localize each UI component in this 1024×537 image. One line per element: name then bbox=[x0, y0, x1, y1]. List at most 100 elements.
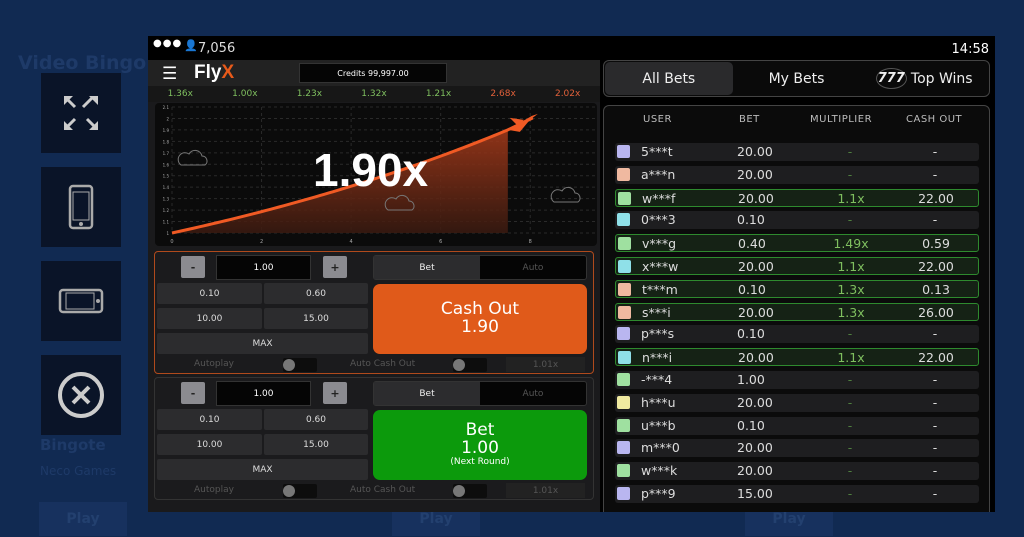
cash-out-value: - bbox=[932, 463, 938, 479]
bet-amount-input[interactable]: 1.00 bbox=[216, 381, 311, 406]
tab-my-bets[interactable]: My Bets bbox=[733, 62, 861, 95]
cash-out-value: 26.00 bbox=[918, 304, 954, 320]
table-row: a***n 20.00 - - bbox=[615, 165, 979, 184]
user-name: w***k bbox=[641, 463, 678, 479]
player-count: 7,056 bbox=[198, 41, 236, 56]
auto-cash-out-toggle[interactable] bbox=[453, 358, 487, 372]
user-name: 5***t bbox=[641, 144, 673, 159]
max-bet-button[interactable]: MAX bbox=[157, 333, 368, 354]
y-tick-label: 2.1 bbox=[163, 105, 170, 110]
clock: 14:58 bbox=[951, 42, 989, 57]
y-tick-label: 1.9 bbox=[163, 128, 170, 133]
bet-value: 20.00 bbox=[737, 440, 773, 456]
increase-bet-button[interactable]: + bbox=[323, 382, 347, 404]
bet-value: 20.00 bbox=[738, 350, 774, 366]
max-bet-button[interactable]: MAX bbox=[157, 459, 368, 480]
multiplier-value: - bbox=[847, 372, 853, 387]
portrait-button[interactable] bbox=[41, 167, 121, 247]
multiplier-value: 1.1x bbox=[837, 259, 865, 274]
cash-out-value: - bbox=[932, 394, 938, 410]
auto-cash-out-toggle[interactable] bbox=[453, 484, 487, 498]
cash-out-value: - bbox=[932, 440, 938, 456]
history-multiplier: 2.02x bbox=[554, 89, 581, 99]
quick-bet-button[interactable]: 0.10 bbox=[157, 283, 262, 304]
action-value: 1.00 bbox=[461, 438, 499, 459]
cash-out-value: - bbox=[932, 212, 938, 228]
multiplier-value: 1.3x bbox=[837, 304, 865, 320]
landscape-button[interactable] bbox=[41, 261, 121, 341]
avatar bbox=[617, 487, 630, 500]
hamburger-menu-icon[interactable]: ☰ bbox=[162, 64, 177, 84]
cash-out-value: 0.59 bbox=[922, 236, 950, 252]
cash-out-button[interactable]: Cash Out 1.90 bbox=[373, 284, 587, 354]
tab-bet[interactable]: Bet bbox=[374, 256, 480, 279]
table-row: s***i 20.00 1.3x 26.00 bbox=[615, 302, 979, 321]
col-cash-out: CASH OUT bbox=[906, 114, 963, 125]
autoplay-label: Autoplay bbox=[194, 485, 234, 495]
avatar bbox=[617, 213, 630, 227]
avatar bbox=[618, 260, 631, 273]
close-button[interactable] bbox=[41, 355, 121, 435]
y-tick-label: 1.2 bbox=[163, 208, 170, 213]
background-game-name: Bingote bbox=[40, 436, 106, 454]
background-play-button[interactable]: Play bbox=[39, 502, 127, 536]
bet-value: 0.10 bbox=[738, 281, 766, 297]
x-tick-label: 2 bbox=[260, 239, 263, 245]
avatar bbox=[618, 282, 631, 296]
table-row: x***w 20.00 1.1x 22.00 bbox=[615, 257, 979, 275]
place-bet-button[interactable]: Bet 1.00 (Next Round) bbox=[373, 410, 587, 480]
decrease-bet-button[interactable]: - bbox=[181, 256, 205, 278]
multiplier-value: - bbox=[847, 212, 853, 228]
tab-auto[interactable]: Auto bbox=[480, 382, 586, 405]
user-name: v***g bbox=[642, 236, 677, 252]
bet-value: 15.00 bbox=[737, 486, 773, 501]
auto-cash-out-input[interactable]: 1.01x bbox=[506, 483, 585, 498]
y-tick-label: 1.3 bbox=[163, 197, 170, 202]
multiplier-value: - bbox=[847, 417, 853, 433]
bet-value: 20.00 bbox=[738, 259, 774, 274]
avatar bbox=[618, 351, 631, 365]
autoplay-toggle[interactable] bbox=[283, 358, 317, 372]
bet-amount-input[interactable]: 1.00 bbox=[216, 255, 311, 280]
cash-out-value: 22.00 bbox=[918, 259, 954, 274]
tab-auto[interactable]: Auto bbox=[480, 256, 586, 279]
decrease-bet-button[interactable]: - bbox=[181, 382, 205, 404]
multiplier-value: 1.1x bbox=[837, 350, 865, 366]
quick-bet-button[interactable]: 0.60 bbox=[264, 409, 368, 430]
col-multiplier: MULTIPLIER bbox=[810, 114, 873, 125]
quick-bet-button[interactable]: 15.00 bbox=[264, 434, 368, 455]
quick-bet-button[interactable]: 0.10 bbox=[157, 409, 262, 430]
plane-icon bbox=[507, 113, 538, 132]
action-value: 1.90 bbox=[461, 317, 499, 337]
fullscreen-button[interactable] bbox=[41, 73, 121, 153]
tab-bet[interactable]: Bet bbox=[374, 382, 480, 405]
credits-display: Credits 99,997.00 bbox=[299, 63, 447, 83]
tab-top-wins[interactable]: 777 Top Wins bbox=[860, 62, 988, 95]
quick-bet-button[interactable]: 0.60 bbox=[264, 283, 368, 304]
logo: FlyX bbox=[194, 62, 235, 83]
y-tick-label: 1.5 bbox=[163, 174, 170, 179]
avatar bbox=[617, 167, 630, 181]
auto-cash-out-input[interactable]: 1.01x bbox=[506, 357, 585, 372]
y-tick-label: 1 bbox=[166, 231, 169, 236]
col-user: USER bbox=[643, 114, 672, 125]
autoplay-toggle[interactable] bbox=[283, 484, 317, 498]
increase-bet-button[interactable]: + bbox=[323, 256, 347, 278]
multiplier-value: 1.3x bbox=[837, 281, 865, 297]
dots-menu-icon[interactable]: ●●● bbox=[153, 38, 182, 49]
table-row: v***g 0.40 1.49x 0.59 bbox=[615, 234, 979, 253]
bet-value: 20.00 bbox=[737, 394, 773, 410]
multiplier-value: - bbox=[847, 166, 853, 182]
game-frame: ●●● 👤 7,056 14:58 ☰ FlyX Credits 99,997.… bbox=[148, 36, 995, 512]
quick-bet-button[interactable]: 10.00 bbox=[157, 308, 262, 329]
multiplier-value: - bbox=[847, 440, 853, 456]
tab-all-bets[interactable]: All Bets bbox=[605, 62, 733, 95]
quick-bet-button[interactable]: 15.00 bbox=[264, 308, 368, 329]
cash-out-value: - bbox=[932, 144, 938, 159]
col-bet: BET bbox=[739, 114, 760, 125]
table-row: u***b 0.10 - - bbox=[615, 416, 979, 435]
history-multiplier: 2.68x bbox=[490, 89, 516, 99]
quick-bet-button[interactable]: 10.00 bbox=[157, 434, 262, 455]
table-row: -***4 1.00 - - bbox=[615, 371, 979, 389]
cash-out-value: 22.00 bbox=[918, 350, 954, 366]
